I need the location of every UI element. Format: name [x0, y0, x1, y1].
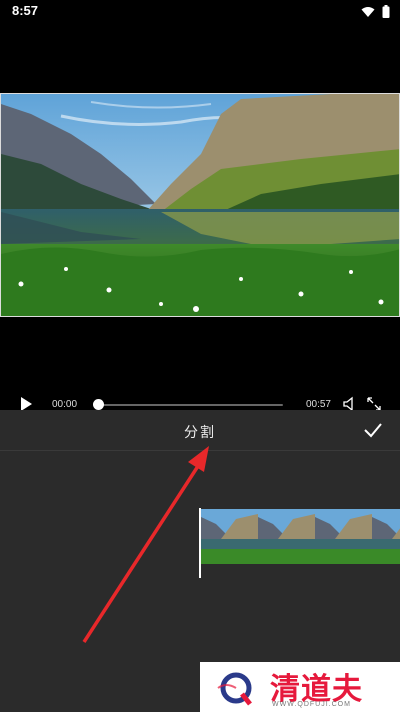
- filmstrip-frame: [201, 509, 258, 564]
- filmstrip-frame: [258, 509, 315, 564]
- filmstrip-frame: [315, 509, 372, 564]
- landscape-video-image: [1, 94, 399, 316]
- timeline-playhead[interactable]: [199, 508, 201, 578]
- video-filmstrip[interactable]: [201, 509, 400, 564]
- edit-header: 分割: [0, 410, 400, 451]
- total-time: 00:57: [305, 399, 331, 410]
- wifi-icon: [361, 6, 375, 17]
- video-preview-area: [0, 24, 400, 390]
- logo-icon: [217, 672, 252, 706]
- seek-thumb[interactable]: [93, 399, 104, 410]
- edit-title: 分割: [184, 424, 216, 440]
- watermark: 清道夫 WWW.QDFUJI.COM: [200, 662, 400, 712]
- video-frame[interactable]: [0, 93, 400, 317]
- watermark-url: WWW.QDFUJI.COM: [272, 701, 351, 708]
- current-time: 00:00: [52, 399, 78, 410]
- status-icons: [361, 5, 390, 18]
- filmstrip-frame: [372, 509, 400, 564]
- seek-bar[interactable]: [98, 404, 283, 406]
- status-time: 8:57: [12, 3, 39, 18]
- status-bar: 8:57: [0, 0, 400, 24]
- battery-icon: [382, 5, 390, 18]
- checkmark-icon[interactable]: [362, 419, 384, 441]
